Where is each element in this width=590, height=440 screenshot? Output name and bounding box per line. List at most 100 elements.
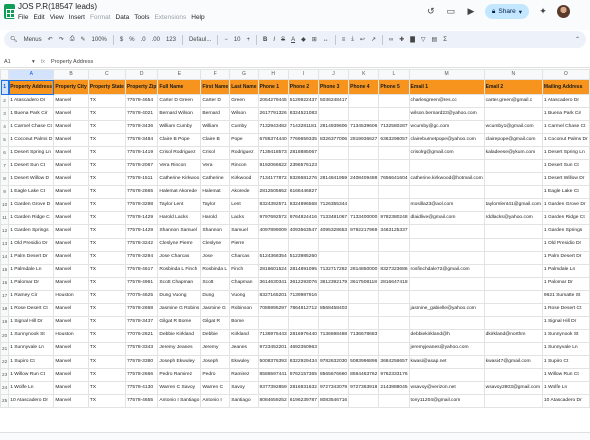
cell-phone-1[interactable]: 2812505652: [257, 185, 289, 200]
cell-property-zip[interactable]: 77578-2665: [124, 185, 159, 200]
cell-full-name[interactable]: Catherine Kirkwoo: [157, 172, 202, 187]
bold-icon[interactable]: B: [263, 37, 267, 43]
cell-phone-1[interactable]: [257, 237, 289, 252]
cell-property-city[interactable]: Manvel: [53, 159, 89, 174]
cell-property-address[interactable]: 1 Desert Spring Ln: [8, 146, 55, 161]
font-size-input[interactable]: 10: [234, 37, 241, 43]
cell-phone-4[interactable]: [348, 185, 380, 200]
cell-phone-4[interactable]: [348, 250, 380, 265]
cell-property-state[interactable]: TX: [87, 185, 126, 200]
cell-phone-2[interactable]: 5129922437: [287, 93, 319, 109]
cell-property-zip[interactable]: 77578-3436: [124, 120, 159, 135]
cell-phone-1[interactable]: 8586597441: [257, 367, 289, 383]
cell-full-name[interactable]: Cleslyne Pierre: [157, 237, 202, 252]
collapse-toolbar-icon[interactable]: ⌃: [575, 36, 580, 43]
cell-phone-1[interactable]: 7086995297: [257, 302, 289, 317]
cell-phone-1[interactable]: 2064279445: [257, 93, 289, 109]
cell-first-name[interactable]: Warren C: [200, 381, 231, 396]
cell-phone-3[interactable]: 2814841959: [317, 172, 350, 187]
cell-phone-2[interactable]: 9762157365: [287, 367, 319, 383]
undo-icon[interactable]: ↶: [48, 36, 53, 43]
menu-item-format[interactable]: Format: [90, 14, 111, 21]
cell-phone-5[interactable]: 6363296057: [378, 133, 410, 148]
header-property-address[interactable]: Property Address: [8, 79, 55, 95]
cell-property-address[interactable]: 1 Desert Sun Ct: [8, 159, 55, 174]
cell-email-1[interactable]: kwasi@asap.net: [408, 354, 485, 369]
cell-first-name[interactable]: William: [200, 120, 231, 135]
cell-first-name[interactable]: Antonio I: [200, 394, 231, 409]
cell-mailing-address[interactable]: 1 Supiro Ct: [541, 354, 590, 369]
cell-first-name[interactable]: Harold: [200, 211, 231, 226]
row-number[interactable]: 22: [0, 354, 10, 369]
cell-phone-3[interactable]: [317, 237, 350, 252]
row-number[interactable]: 11: [0, 211, 10, 226]
row-number[interactable]: 8: [0, 172, 10, 187]
cell-last-name[interactable]: Ekwuley: [229, 354, 259, 369]
cell-full-name[interactable]: Jose Charcas: [157, 250, 202, 265]
cell-property-zip[interactable]: 77578-2067: [124, 159, 159, 174]
cell-phone-5[interactable]: [378, 107, 410, 122]
cell-phone-4[interactable]: 5083996896: [348, 354, 380, 369]
cell-property-state[interactable]: TX: [87, 224, 126, 239]
cell-first-name[interactable]: Vera: [200, 159, 231, 174]
cell-last-name[interactable]: Vuong: [229, 289, 259, 304]
wrap-icon[interactable]: ↩: [360, 36, 365, 43]
column-header-k[interactable]: K: [348, 69, 380, 80]
cell-email-1[interactable]: crisolrg@gmail.com: [408, 146, 485, 161]
cell-property-city[interactable]: Manvel: [53, 224, 89, 239]
row-number[interactable]: 18: [0, 302, 10, 317]
cell-property-state[interactable]: TX: [87, 133, 126, 148]
cell-mailing-address[interactable]: 1 Rose Desert Ct: [541, 302, 590, 317]
cell-property-city[interactable]: Manvel: [53, 107, 89, 122]
cell-email-2[interactable]: [483, 302, 543, 317]
cell-property-address[interactable]: 1 Garden Springs: [8, 224, 55, 239]
cell-last-name[interactable]: Pope: [229, 133, 259, 148]
cell-phone-3[interactable]: 7126355344: [317, 198, 350, 213]
cell-phone-5[interactable]: 9782380248: [378, 211, 410, 226]
align-left-icon[interactable]: ≡: [342, 37, 346, 43]
cell-mailing-address[interactable]: 1 Garden Springs: [541, 224, 590, 239]
cell-property-address[interactable]: 1 Palomar Dr: [8, 276, 55, 291]
cell-last-name[interactable]: Pierre: [229, 237, 259, 252]
filter-icon[interactable]: ▽: [421, 36, 426, 43]
cell-email-1[interactable]: [408, 315, 485, 330]
cell-property-state[interactable]: TX: [87, 276, 126, 291]
row-number[interactable]: 16: [0, 276, 10, 291]
cell-phone-1[interactable]: 2816601524: [257, 263, 289, 278]
cell-phone-1[interactable]: 5008376393: [257, 354, 289, 369]
cell-property-address[interactable]: 1 Palm Desert Dr: [8, 250, 55, 265]
cell-email-1[interactable]: [408, 367, 485, 383]
cell-phone-2[interactable]: 2396576123: [287, 159, 319, 174]
cell-property-address[interactable]: 1 Old Presidio Dr: [8, 237, 55, 252]
search-icon[interactable]: 🔍︎: [10, 36, 18, 43]
cell-mailing-address[interactable]: 1 Palmdale Ln: [541, 263, 590, 278]
row-number[interactable]: 12: [0, 224, 10, 239]
cell-first-name[interactable]: Jasmine G: [200, 302, 231, 317]
cell-full-name[interactable]: Bernard Wilson: [157, 107, 202, 122]
percent-format-button[interactable]: %: [129, 37, 134, 43]
cell-phone-2[interactable]: 4093563547: [287, 224, 319, 239]
cell-email-2[interactable]: [483, 185, 543, 200]
cell-full-name[interactable]: Carter D Green: [157, 93, 202, 109]
cell-property-state[interactable]: TX: [87, 381, 126, 396]
cell-phone-3[interactable]: 9782632030: [317, 354, 350, 369]
link-icon[interactable]: ∞: [389, 37, 393, 43]
cell-last-name[interactable]: Akorede: [229, 185, 259, 200]
merge-icon[interactable]: ↔: [323, 37, 329, 43]
cell-phone-4[interactable]: 7134539606: [348, 120, 380, 135]
cell-phone-4[interactable]: 9792217969: [348, 224, 380, 239]
cell-mailing-address[interactable]: 9621 Sumatte St: [541, 289, 590, 304]
cell-last-name[interactable]: Lent: [229, 198, 259, 213]
row-number[interactable]: 23: [0, 367, 10, 383]
cell-mailing-address[interactable]: 1 Desert Sun Ct: [541, 159, 590, 174]
cell-mailing-address[interactable]: 1 Wolfe Ln: [541, 381, 590, 396]
cell-phone-2[interactable]: 6166446827: [287, 185, 319, 200]
cell-last-name[interactable]: Savoy: [229, 381, 259, 396]
column-header-m[interactable]: M: [408, 69, 485, 80]
row-number[interactable]: 10: [0, 198, 10, 213]
cell-phone-1[interactable]: 8084659252: [257, 394, 289, 409]
cell-last-name[interactable]: Jeanes: [229, 341, 259, 356]
cell-property-zip[interactable]: 77578-3484: [124, 133, 159, 148]
cell-last-name[interactable]: Cumby: [229, 120, 259, 135]
header-email-2[interactable]: Email 2: [483, 79, 543, 95]
